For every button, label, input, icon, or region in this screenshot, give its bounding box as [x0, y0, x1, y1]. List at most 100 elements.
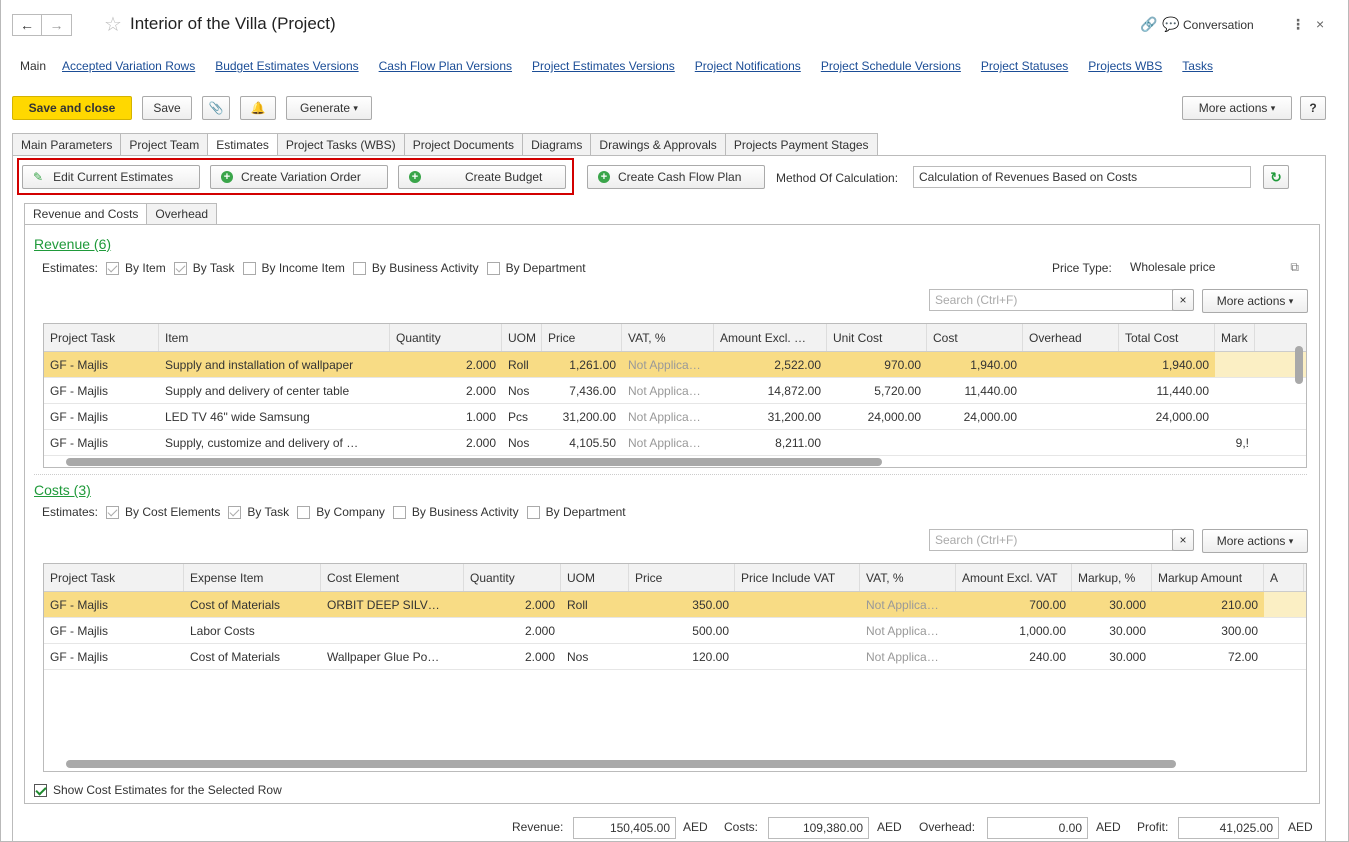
- link-project-estimates-versions[interactable]: Project Estimates Versions: [532, 59, 675, 73]
- vertical-scrollbar[interactable]: [1295, 346, 1303, 384]
- column-header[interactable]: Amount Excl. VAT: [956, 564, 1072, 591]
- column-header[interactable]: Mark: [1215, 324, 1255, 351]
- column-header[interactable]: Project Task: [44, 564, 184, 591]
- tab-revenue-and-costs[interactable]: Revenue and Costs: [24, 203, 148, 225]
- conversation-label[interactable]: Conversation: [1183, 18, 1254, 32]
- column-header[interactable]: Unit Cost: [827, 324, 927, 351]
- column-header[interactable]: Price Include VAT: [735, 564, 860, 591]
- revenue-search-input[interactable]: Search (Ctrl+F): [929, 289, 1173, 311]
- back-button[interactable]: ←: [12, 14, 42, 36]
- column-header[interactable]: Item: [159, 324, 390, 351]
- generate-button[interactable]: Generate ▾: [286, 96, 372, 120]
- refresh-icon: ↻: [1270, 168, 1282, 185]
- method-of-calculation-field[interactable]: Calculation of Revenues Based on Costs: [913, 166, 1251, 188]
- attach-button[interactable]: 📎: [202, 96, 230, 120]
- tab-project-tasks[interactable]: Project Tasks (WBS): [277, 133, 405, 156]
- column-header[interactable]: A: [1264, 564, 1304, 591]
- column-header[interactable]: Cost Element: [321, 564, 464, 591]
- column-header[interactable]: Quantity: [390, 324, 502, 351]
- column-header[interactable]: UOM: [561, 564, 629, 591]
- link-accepted-variation-rows[interactable]: Accepted Variation Rows: [62, 59, 195, 73]
- price-type-field[interactable]: Wholesale price ⧉: [1124, 256, 1306, 278]
- tab-project-documents[interactable]: Project Documents: [404, 133, 524, 156]
- tab-estimates[interactable]: Estimates: [208, 133, 278, 156]
- tab-drawings-approvals[interactable]: Drawings & Approvals: [591, 133, 726, 156]
- table-row[interactable]: GF - Majlis Supply, customize and deliver…: [44, 430, 1306, 456]
- checkbox-by-business-activity[interactable]: [352, 261, 366, 275]
- tab-project-team[interactable]: Project Team: [121, 133, 209, 156]
- checkbox-by-company[interactable]: [297, 505, 311, 519]
- costs-search-input[interactable]: Search (Ctrl+F): [929, 529, 1173, 551]
- link-project-notifications[interactable]: Project Notifications: [695, 59, 801, 73]
- forward-button[interactable]: →: [42, 14, 72, 36]
- column-header[interactable]: Markup, %: [1072, 564, 1152, 591]
- tab-diagrams[interactable]: Diagrams: [523, 133, 592, 156]
- horizontal-scrollbar[interactable]: [66, 760, 1176, 768]
- menu-dots-icon[interactable]: ⋮: [1291, 16, 1305, 33]
- close-icon[interactable]: ×: [1316, 16, 1324, 32]
- tab-payment-stages[interactable]: Projects Payment Stages: [725, 133, 878, 156]
- checkbox-costs-by-department[interactable]: [526, 505, 540, 519]
- table-cell: 350.00: [629, 592, 735, 617]
- notify-button[interactable]: 🔔: [240, 96, 276, 120]
- column-header[interactable]: Markup Amount: [1152, 564, 1264, 591]
- checkbox-by-department[interactable]: [486, 261, 500, 275]
- table-cell: 120.00: [692, 649, 729, 664]
- column-header[interactable]: Amount Excl. …: [714, 324, 827, 351]
- link-tasks[interactable]: Tasks: [1182, 59, 1213, 73]
- link-project-schedule-versions[interactable]: Project Schedule Versions: [821, 59, 961, 73]
- checkbox-by-income-item[interactable]: [242, 261, 256, 275]
- table-cell: Not Applica…: [628, 435, 701, 450]
- link-icon[interactable]: 🔗: [1140, 16, 1157, 33]
- help-button[interactable]: ?: [1300, 96, 1326, 120]
- checkbox-by-item[interactable]: [106, 261, 120, 275]
- column-header[interactable]: Price: [629, 564, 735, 591]
- revenue-more-actions-button[interactable]: More actions ▾: [1202, 289, 1308, 313]
- checkbox-show-cost-estimates[interactable]: [34, 783, 47, 797]
- tab-main-parameters[interactable]: Main Parameters: [12, 133, 122, 156]
- checkbox-costs-by-task[interactable]: [228, 505, 242, 519]
- conversation-icon[interactable]: 💬: [1162, 16, 1179, 33]
- column-header[interactable]: VAT, %: [860, 564, 956, 591]
- link-project-statuses[interactable]: Project Statuses: [981, 59, 1068, 73]
- column-header[interactable]: VAT, %: [622, 324, 714, 351]
- refresh-button[interactable]: ↻: [1263, 165, 1289, 189]
- create-cash-flow-plan-button[interactable]: + Create Cash Flow Plan: [587, 165, 765, 189]
- costs-more-actions-label: More actions: [1216, 534, 1286, 548]
- revenue-group-title[interactable]: Revenue (6): [34, 236, 111, 252]
- costs-group-title[interactable]: Costs (3): [34, 482, 91, 498]
- horizontal-scrollbar[interactable]: [66, 458, 882, 466]
- filter-by-department-label: By Department: [505, 261, 586, 275]
- costs-more-actions-button[interactable]: More actions ▾: [1202, 529, 1308, 553]
- revenue-total-field: 150,405.00: [573, 817, 676, 839]
- save-and-close-button[interactable]: Save and close: [12, 96, 132, 120]
- column-header[interactable]: UOM: [502, 324, 542, 351]
- table-row[interactable]: GF - Majlis Cost of Materials Wallpaper Gl…: [44, 644, 1306, 670]
- table-row[interactable]: GF - Majlis Cost of Materials ORBIT DEEP S…: [44, 592, 1306, 618]
- column-header[interactable]: Overhead: [1023, 324, 1119, 351]
- tab-overhead[interactable]: Overhead: [147, 203, 218, 225]
- link-budget-estimates-versions[interactable]: Budget Estimates Versions: [215, 59, 358, 73]
- table-row[interactable]: GF - Majlis Supply and delivery of center…: [44, 378, 1306, 404]
- table-row[interactable]: GF - Majlis Labor Costs 2.000 500.00 Not App…: [44, 618, 1306, 644]
- checkbox-by-task[interactable]: [173, 261, 187, 275]
- favorite-star-icon[interactable]: ☆: [104, 12, 122, 37]
- table-row[interactable]: GF - Majlis Supply and installation of wa…: [44, 352, 1306, 378]
- column-header[interactable]: Price: [542, 324, 622, 351]
- revenue-search-clear-button[interactable]: ×: [1172, 289, 1194, 311]
- table-row[interactable]: GF - Majlis LED TV 46" wide Samsung 1.000 P…: [44, 404, 1306, 430]
- link-projects-wbs[interactable]: Projects WBS: [1088, 59, 1162, 73]
- link-cash-flow-plan-versions[interactable]: Cash Flow Plan Versions: [379, 59, 512, 73]
- column-header[interactable]: Quantity: [464, 564, 561, 591]
- checkbox-by-cost-elements[interactable]: [106, 505, 120, 519]
- checkbox-costs-by-business-activity[interactable]: [392, 505, 406, 519]
- save-button[interactable]: Save: [142, 96, 192, 120]
- more-actions-button[interactable]: More actions ▾: [1182, 96, 1292, 120]
- column-header[interactable]: Total Cost: [1119, 324, 1215, 351]
- open-icon[interactable]: ⧉: [1290, 257, 1299, 277]
- costs-search-clear-button[interactable]: ×: [1172, 529, 1194, 551]
- column-header[interactable]: Expense Item: [184, 564, 321, 591]
- column-header[interactable]: Project Task: [44, 324, 159, 351]
- link-main[interactable]: Main: [20, 59, 46, 73]
- column-header[interactable]: Cost: [927, 324, 1023, 351]
